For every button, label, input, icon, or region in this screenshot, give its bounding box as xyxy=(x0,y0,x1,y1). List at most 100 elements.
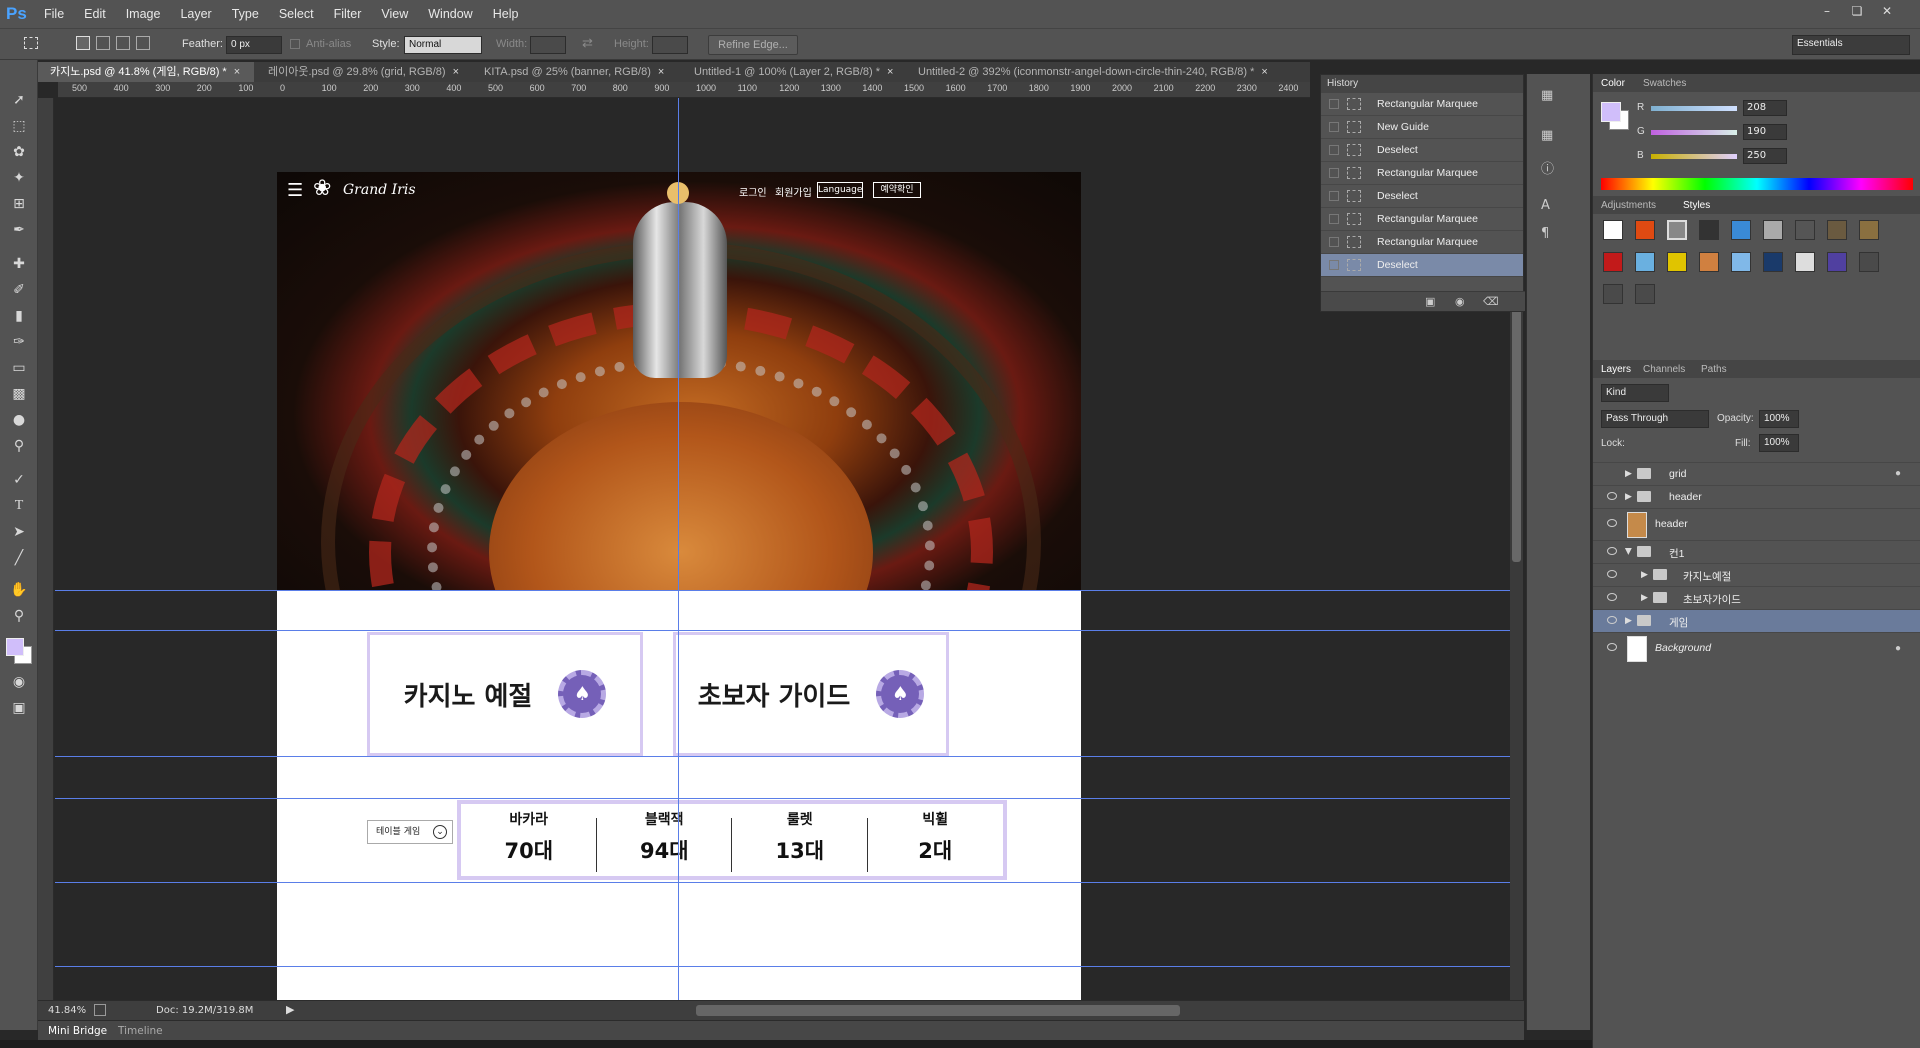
tab-color[interactable]: Color xyxy=(1601,78,1625,89)
history-item[interactable]: Rectangular Marquee xyxy=(1321,93,1523,116)
visibility-eye-icon[interactable] xyxy=(1607,570,1617,578)
tab-channels[interactable]: Channels xyxy=(1643,364,1685,375)
tab-untitled-2[interactable]: Untitled-2 @ 392% (iconmonstr-angel-down… xyxy=(906,62,1310,82)
guide-line[interactable] xyxy=(55,630,1510,631)
guide-line[interactable] xyxy=(55,590,1510,591)
workspace-select[interactable]: Essentials xyxy=(1792,35,1910,55)
menu-type[interactable]: Type xyxy=(222,7,269,21)
history-brush-tool-icon[interactable]: ✑ xyxy=(9,332,29,352)
height-input[interactable] xyxy=(652,36,688,54)
crop-tool-icon[interactable]: ⊞ xyxy=(9,194,29,214)
intersect-selection-icon[interactable] xyxy=(136,36,150,50)
feather-input[interactable]: 0 px xyxy=(226,36,282,54)
expand-arrow-icon[interactable]: ▶ xyxy=(1625,468,1632,479)
guide-line[interactable] xyxy=(55,798,1510,799)
tab-layers[interactable]: Layers xyxy=(1601,364,1631,375)
stamp-tool-icon[interactable]: ▮ xyxy=(9,306,29,326)
foreground-color-swatch[interactable] xyxy=(6,638,24,656)
type-tool-icon[interactable]: T xyxy=(9,496,29,516)
close-icon[interactable]: ✕ xyxy=(1878,4,1896,20)
tab-paths[interactable]: Paths xyxy=(1701,364,1727,375)
menu-window[interactable]: Window xyxy=(418,7,482,21)
tab-timeline[interactable]: Timeline xyxy=(118,1025,163,1037)
history-checkbox[interactable] xyxy=(1329,214,1339,224)
nav-reservation-button[interactable]: 예약확인 xyxy=(873,182,921,198)
tab-mini-bridge[interactable]: Mini Bridge xyxy=(48,1025,107,1037)
expand-arrow-icon[interactable]: ▶ xyxy=(1625,615,1632,626)
beginner-guide-card[interactable]: 초보자 가이드 ♠ xyxy=(673,632,949,756)
layer-kind-filter[interactable]: Kind xyxy=(1601,384,1669,402)
refine-edge-button[interactable]: Refine Edge... xyxy=(708,35,798,55)
r-input[interactable]: 208 xyxy=(1743,100,1787,116)
tab-swatches[interactable]: Swatches xyxy=(1643,78,1686,89)
path-select-tool-icon[interactable]: ➤ xyxy=(9,522,29,542)
layer-header-image[interactable]: header xyxy=(1593,508,1920,540)
tab-layout[interactable]: 레이아웃.psd @ 29.8% (grid, RGB/8) × xyxy=(256,62,472,82)
history-checkbox[interactable] xyxy=(1329,191,1339,201)
history-item[interactable]: Deselect xyxy=(1321,139,1523,162)
opacity-input[interactable]: 100% xyxy=(1759,410,1799,428)
guide-line[interactable] xyxy=(55,756,1510,757)
history-item[interactable]: Deselect xyxy=(1321,185,1523,208)
collapse-arrow-icon[interactable]: ▶ xyxy=(1623,548,1634,555)
history-checkbox[interactable] xyxy=(1329,122,1339,132)
style-swatch[interactable] xyxy=(1635,284,1655,304)
status-info-icon[interactable] xyxy=(94,1004,106,1016)
actions-panel-icon[interactable]: ▦ xyxy=(1541,128,1553,143)
marquee-tool-icon[interactable] xyxy=(24,37,38,49)
antialias-checkbox[interactable] xyxy=(290,39,300,49)
zoom-tool-icon[interactable]: ⚲ xyxy=(9,606,29,626)
style-swatch[interactable] xyxy=(1859,220,1879,240)
info-icon[interactable]: ⓘ xyxy=(1541,158,1554,177)
close-icon[interactable]: × xyxy=(887,66,893,78)
menu-select[interactable]: Select xyxy=(269,7,324,21)
nav-join[interactable]: 회원가입 xyxy=(775,184,812,199)
style-swatch[interactable] xyxy=(1763,220,1783,240)
dodge-tool-icon[interactable]: ⚲ xyxy=(9,436,29,456)
blend-mode-select[interactable]: Pass Through xyxy=(1601,410,1709,428)
style-swatch[interactable] xyxy=(1635,252,1655,272)
history-checkbox[interactable] xyxy=(1329,168,1339,178)
pen-tool-icon[interactable]: ✓ xyxy=(9,470,29,490)
history-item[interactable]: Rectangular Marquee xyxy=(1321,208,1523,231)
hand-tool-icon[interactable]: ✋ xyxy=(9,580,29,600)
history-item[interactable]: Rectangular Marquee xyxy=(1321,162,1523,185)
history-checkbox[interactable] xyxy=(1329,237,1339,247)
swap-icon[interactable]: ⇄ xyxy=(582,35,593,51)
nav-login[interactable]: 로그인 xyxy=(739,184,767,199)
style-swatch[interactable] xyxy=(1603,220,1623,240)
visibility-eye-icon[interactable] xyxy=(1607,492,1617,500)
layer-grid[interactable]: ▶ grid ● xyxy=(1593,462,1920,485)
visibility-eye-icon[interactable] xyxy=(1607,547,1617,555)
style-swatch[interactable] xyxy=(1763,252,1783,272)
healing-brush-tool-icon[interactable]: ✚ xyxy=(9,254,29,274)
visibility-eye-icon[interactable] xyxy=(1607,593,1617,601)
style-swatch[interactable] xyxy=(1859,252,1879,272)
menu-view[interactable]: View xyxy=(371,7,418,21)
b-slider[interactable] xyxy=(1651,154,1737,159)
tab-untitled-1[interactable]: Untitled-1 @ 100% (Layer 2, RGB/8) * × xyxy=(682,62,906,82)
b-input[interactable]: 250 xyxy=(1743,148,1787,164)
expand-arrow-icon[interactable]: ▶ xyxy=(1641,592,1648,603)
close-icon[interactable]: × xyxy=(658,66,664,78)
menu-layer[interactable]: Layer xyxy=(170,7,221,21)
r-slider[interactable] xyxy=(1651,106,1737,111)
restore-icon[interactable]: ❏ xyxy=(1848,4,1866,20)
fill-input[interactable]: 100% xyxy=(1759,434,1799,452)
style-swatch[interactable] xyxy=(1667,220,1687,240)
minimize-icon[interactable]: – xyxy=(1818,4,1836,20)
document-canvas[interactable]: ☰ ❀ Grand Iris 로그인 회원가입 Language 예약확인 카지… xyxy=(277,172,1081,1000)
new-selection-icon[interactable] xyxy=(76,36,90,50)
close-icon[interactable]: × xyxy=(1261,66,1267,78)
style-swatch[interactable] xyxy=(1699,252,1719,272)
guide-line[interactable] xyxy=(678,98,679,1000)
guide-line[interactable] xyxy=(55,966,1510,967)
gradient-tool-icon[interactable]: ▩ xyxy=(9,384,29,404)
move-tool-icon[interactable]: ➚ xyxy=(9,90,29,110)
subtract-selection-icon[interactable] xyxy=(116,36,130,50)
menu-image[interactable]: Image xyxy=(116,7,171,21)
color-spectrum-bar[interactable] xyxy=(1601,178,1913,190)
tab-styles[interactable]: Styles xyxy=(1683,200,1710,211)
style-select[interactable]: Normal xyxy=(404,36,482,54)
hamburger-menu-icon[interactable]: ☰ xyxy=(287,180,303,201)
